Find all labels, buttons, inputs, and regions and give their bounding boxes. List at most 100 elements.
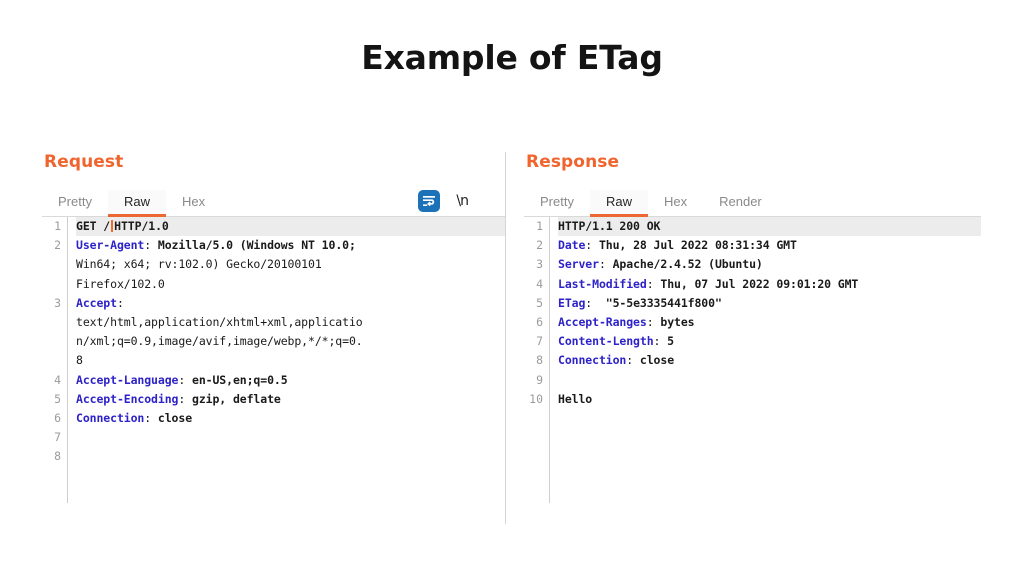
line-number: 4: [536, 276, 543, 291]
line-number: .: [42, 332, 61, 351]
request-tabstrip: Pretty Raw Hex \n: [42, 186, 505, 217]
request-line: [76, 428, 505, 447]
header-name: Server: [558, 257, 599, 272]
tab-response-raw[interactable]: Raw: [589, 190, 648, 217]
page-title: Example of ETag: [361, 38, 663, 77]
line-number: 1: [536, 219, 543, 233]
header-name: User-Agent: [76, 238, 145, 253]
etag-header-name: ETag: [558, 295, 586, 310]
request-code[interactable]: GET / HTTP/1.0 User-Agent: Mozilla/5.0 (W…: [68, 217, 505, 503]
response-panel-title: Response: [526, 152, 620, 172]
line-number: 10: [529, 391, 543, 406]
response-code[interactable]: HTTP/1.1 200 OK Date: Thu, 28 Jul 2022 0…: [550, 217, 981, 503]
header-name: Last-Modified: [558, 276, 647, 291]
response-line: Content-Length: 5: [558, 332, 981, 351]
response-line: Last-Modified: Thu, 07 Jul 2022 09:01:20…: [558, 275, 981, 294]
response-tabstrip: Pretty Raw Hex Render: [524, 186, 981, 217]
header-value: close: [151, 410, 193, 425]
header-value: bytes: [653, 314, 695, 329]
request-line: 8: [76, 353, 83, 368]
response-pane: Response Pretty Raw Hex Render 1 2 3 4 5…: [524, 152, 981, 524]
header-value: close: [633, 353, 675, 368]
tab-response-hex[interactable]: Hex: [648, 190, 703, 216]
request-line-numbers: 1 2 . . 3 . . . 4 5 6 7 8: [42, 217, 68, 503]
menu-icon[interactable]: [484, 195, 501, 208]
request-line: Win64; x64; rv:102.0) Gecko/20100101: [76, 257, 322, 272]
response-editor[interactable]: 1 2 3 4 5 6 7 8 9 10 HTTP/1.1 200 OK Dat…: [524, 217, 981, 503]
header-value: en-US,en;q=0.5: [185, 372, 288, 387]
pane-divider: [505, 152, 506, 524]
response-line: Date: Thu, 28 Jul 2022 08:31:34 GMT: [558, 236, 981, 255]
tab-response-pretty[interactable]: Pretty: [524, 190, 590, 216]
response-line: Accept-Ranges: bytes: [558, 313, 981, 332]
line-number: .: [42, 313, 61, 332]
line-number: 6: [54, 410, 61, 425]
response-body: Hello: [558, 390, 981, 409]
text-cursor: [111, 220, 114, 232]
request-line: Connection: close: [76, 409, 505, 428]
request-line: Accept-Encoding: gzip, deflate: [76, 390, 505, 409]
request-method-path: GET /: [76, 219, 111, 233]
tab-request-hex[interactable]: Hex: [166, 190, 221, 216]
word-wrap-icon[interactable]: [418, 190, 441, 212]
header-name: Accept-Ranges: [558, 314, 647, 329]
request-line: Accept:: [76, 294, 505, 313]
line-number: .: [42, 255, 61, 274]
response-line: [558, 371, 981, 390]
header-colon: :: [598, 257, 606, 272]
line-number: 7: [536, 334, 543, 349]
header-name: Content-Length: [558, 334, 654, 349]
line-number: 9: [536, 372, 543, 387]
line-number: 6: [536, 314, 543, 329]
request-line: n/xml;q=0.9,image/avif,image/webp,*/*;q=…: [76, 334, 363, 349]
response-line: Server: Apache/2.4.52 (Ubuntu): [558, 255, 981, 274]
line-number: 2: [54, 238, 61, 253]
header-value: Mozilla/5.0 (Windows NT 10.0;: [151, 238, 356, 253]
request-line: User-Agent: Mozilla/5.0 (Windows NT 10.0…: [76, 236, 505, 255]
line-number: 5: [54, 391, 61, 406]
panes-container: Request Pretty Raw Hex \n 1 2 3 4 5 6 7 …: [42, 152, 982, 524]
response-line-etag: ETag: "5-5e3335441f800": [558, 294, 981, 313]
header-name: Accept-Language: [76, 372, 179, 387]
line-number: 4: [54, 372, 61, 387]
header-value: Apache/2.4.52 (Ubuntu): [605, 257, 763, 272]
header-name: Connection: [558, 353, 627, 368]
header-name: Accept: [76, 295, 117, 310]
tab-response-render[interactable]: Render: [703, 190, 778, 216]
tab-request-pretty[interactable]: Pretty: [42, 190, 108, 216]
header-colon: :: [116, 295, 124, 310]
header-colon: :: [646, 276, 654, 291]
line-number: 3: [54, 295, 61, 310]
line-number: 3: [536, 257, 543, 272]
request-tool-icons: \n: [418, 190, 505, 216]
request-tabs: Pretty Raw Hex: [42, 190, 221, 217]
request-line: Accept-Language: en-US,en;q=0.5: [76, 371, 505, 390]
request-pane: Request Pretty Raw Hex \n 1 2 3 4 5 6 7 …: [42, 152, 505, 524]
request-line: Firefox/102.0: [76, 276, 165, 291]
tab-request-raw[interactable]: Raw: [107, 190, 166, 217]
line-number: .: [42, 351, 61, 370]
newline-icon[interactable]: \n: [456, 193, 469, 209]
header-value: Thu, 07 Jul 2022 09:01:20 GMT: [653, 276, 859, 291]
header-colon: :: [646, 314, 654, 329]
response-tabs: Pretty Raw Hex Render: [524, 190, 778, 217]
response-line: HTTP/1.1 200 OK: [558, 217, 981, 237]
header-value: gzip, deflate: [185, 391, 281, 406]
request-line: text/html,application/xhtml+xml,applicat…: [76, 314, 363, 329]
line-number: 2: [536, 238, 543, 253]
line-number: 8: [536, 353, 543, 368]
header-value: 5: [660, 334, 675, 349]
request-http-version: HTTP/1.0: [114, 219, 169, 233]
response-line: Connection: close: [558, 351, 981, 370]
request-editor[interactable]: 1 2 . . 3 . . . 4 5 6 7 8 GET /HTTP/1.0: [42, 217, 505, 503]
header-value: Thu, 28 Jul 2022 08:31:34 GMT: [592, 238, 797, 253]
response-body-text: Hello: [558, 391, 593, 406]
line-number: 5: [536, 295, 543, 310]
line-number: 7: [54, 430, 61, 445]
etag-header-value: "5-5e3335441f800": [592, 295, 722, 310]
request-line: GET / HTTP/1.0: [76, 217, 505, 237]
request-line: [76, 447, 505, 466]
line-number: .: [42, 275, 61, 294]
header-name: Accept-Encoding: [76, 391, 179, 406]
header-name: Connection: [76, 410, 145, 425]
